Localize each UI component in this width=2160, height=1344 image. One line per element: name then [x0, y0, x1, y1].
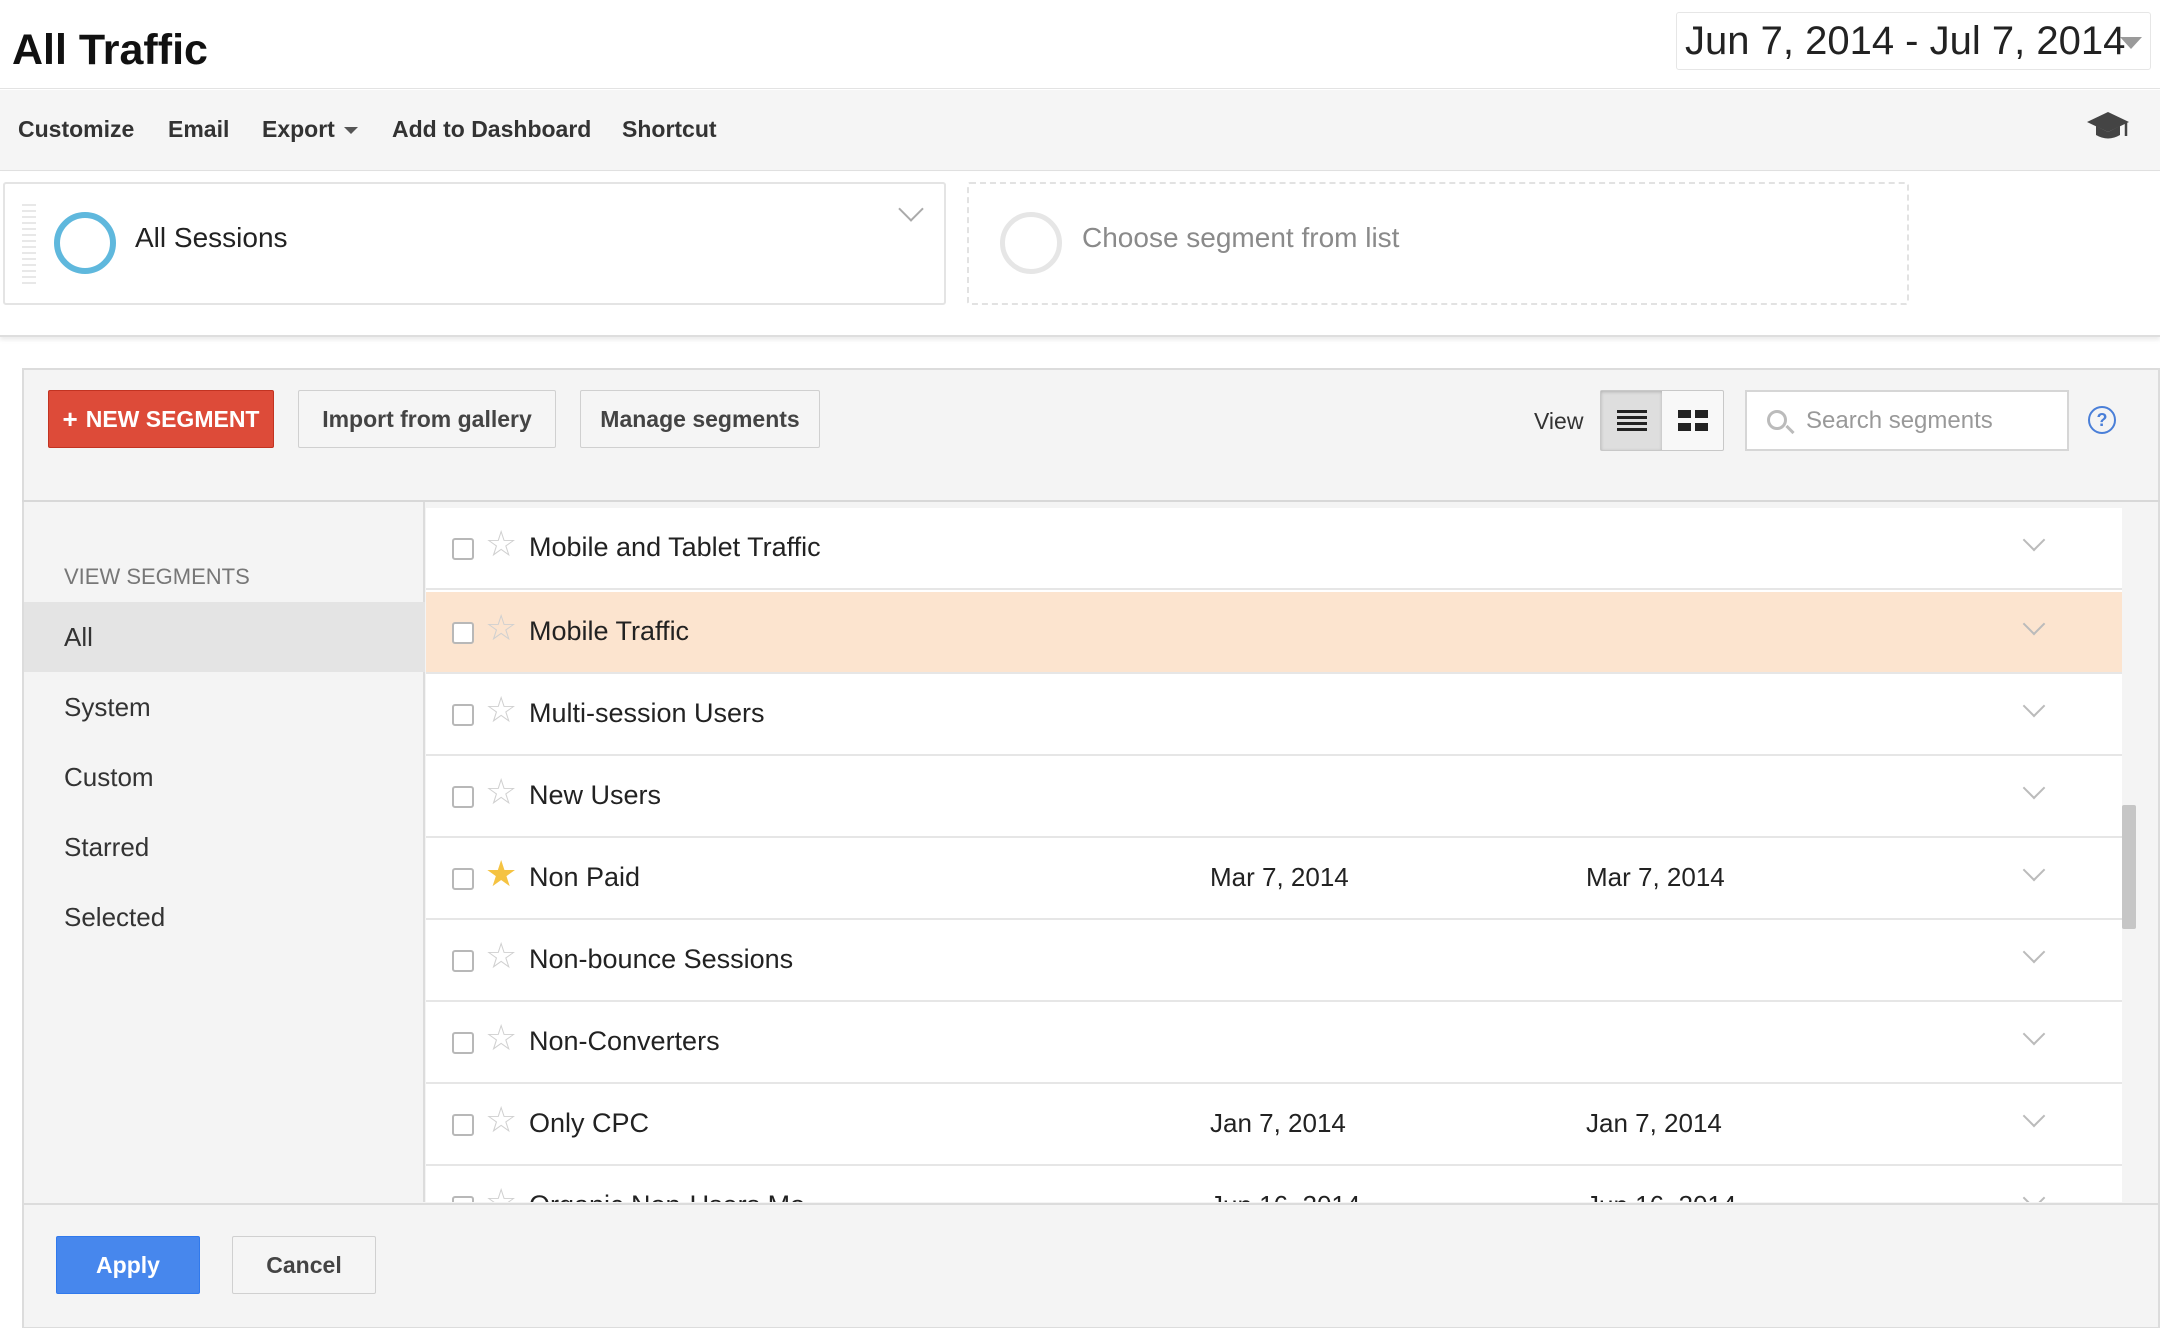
chevron-down-icon[interactable] [2022, 1022, 2046, 1046]
segment-name: Non-Converters [529, 1026, 720, 1056]
segment-row[interactable]: ☆ Non-bounce Sessions [426, 920, 2122, 1002]
sidebar-item-selected[interactable]: Selected [24, 882, 425, 952]
segment-row[interactable]: ☆ Organic Non-Users Mo Jun 16, 2014 Jun … [426, 1166, 2122, 1202]
segment-row[interactable]: ☆ New Users [426, 756, 2122, 838]
segment-checkbox[interactable] [452, 786, 474, 808]
segment-name: Non Paid [529, 862, 641, 892]
segment-checkbox[interactable] [452, 868, 474, 890]
grid-view-button[interactable] [1662, 391, 1723, 450]
segment-name: Only CPC [529, 1108, 650, 1138]
segment-modified-date: Mar 7, 2014 [1586, 862, 1725, 892]
segment-modified-date: Jun 16, 2014 [1586, 1190, 1736, 1202]
cancel-button[interactable]: Cancel [232, 1236, 376, 1294]
grid-view-icon [1677, 409, 1708, 431]
segment-modified-date: Jan 7, 2014 [1586, 1108, 1722, 1138]
segment-name: Organic Non-Users Mo [529, 1190, 805, 1202]
new-segment-label: NEW SEGMENT [85, 405, 260, 432]
chevron-down-icon[interactable] [2022, 694, 2046, 718]
chevron-down-icon[interactable] [2022, 776, 2046, 800]
segment-row[interactable]: ☆ Multi-session Users [426, 674, 2122, 756]
segment-name: New Users [529, 780, 662, 810]
segment-name: Mobile Traffic [529, 616, 690, 646]
caret-down-icon [2120, 37, 2142, 49]
segment-row[interactable]: ☆ Non-Converters [426, 1002, 2122, 1084]
view-toggle [1600, 390, 1724, 451]
segment-created-date: Jan 7, 2014 [1210, 1108, 1346, 1138]
star-icon[interactable]: ☆ [485, 526, 517, 562]
list-view-button[interactable] [1601, 391, 1662, 450]
segment-row[interactable]: ☆ Only CPC Jan 7, 2014 Jan 7, 2014 [426, 1084, 2122, 1166]
help-icon[interactable]: ? [2088, 406, 2116, 434]
import-from-gallery-button[interactable]: Import from gallery [298, 390, 556, 448]
caret-down-icon [343, 127, 358, 135]
empty-ring-icon [1000, 212, 1062, 274]
email-button[interactable]: Email [168, 116, 229, 143]
report-header: All Traffic Jun 7, 2014 - Jul 7, 2014 [0, 0, 2160, 89]
date-range-picker[interactable]: Jun 7, 2014 - Jul 7, 2014 [1676, 12, 2151, 70]
segment-checkbox[interactable] [452, 538, 474, 560]
segment-name: Multi-session Users [529, 698, 765, 728]
segment-checkbox[interactable] [452, 1196, 474, 1202]
segment-checkbox[interactable] [452, 1114, 474, 1136]
segment-list: ☆ Mobile and Tablet Traffic ☆ Mobile Tra… [426, 508, 2122, 1202]
chevron-down-icon[interactable] [2022, 858, 2046, 882]
sidebar-item-all[interactable]: All [24, 602, 425, 672]
chevron-down-icon[interactable] [2022, 1104, 2046, 1128]
drag-handle-icon[interactable] [22, 204, 36, 288]
search-icon [1767, 410, 1787, 430]
segment-name: Mobile and Tablet Traffic [529, 532, 821, 562]
segment-checkbox[interactable] [452, 704, 474, 726]
shortcut-button[interactable]: Shortcut [622, 116, 717, 143]
chevron-down-icon[interactable] [2022, 1186, 2046, 1202]
segment-name: Non-bounce Sessions [529, 944, 794, 974]
star-filled-icon[interactable]: ★ [485, 856, 517, 892]
segment-created-date: Jun 16, 2014 [1210, 1190, 1360, 1202]
list-scrollbar[interactable] [2122, 805, 2136, 929]
sidebar-item-starred[interactable]: Starred [24, 812, 425, 882]
report-toolbar: Customize Email Export Add to Dashboard … [0, 90, 2160, 171]
sidebar-heading: VIEW SEGMENTS [64, 564, 250, 589]
search-segments-input[interactable]: Search segments [1745, 390, 2069, 451]
chevron-down-icon[interactable] [2022, 528, 2046, 552]
chevron-down-icon[interactable] [2022, 940, 2046, 964]
manage-segments-button[interactable]: Manage segments [580, 390, 820, 448]
segment-row[interactable]: ★ Non Paid Mar 7, 2014 Mar 7, 2014 [426, 838, 2122, 920]
apply-button[interactable]: Apply [56, 1236, 200, 1294]
star-icon[interactable]: ☆ [485, 774, 517, 810]
star-icon[interactable]: ☆ [485, 610, 517, 646]
segment-ring-icon [54, 212, 116, 274]
chevron-down-icon[interactable] [2022, 612, 2046, 636]
star-icon[interactable]: ☆ [485, 692, 517, 728]
selected-segment-label: All Sessions [135, 222, 288, 253]
star-icon[interactable]: ☆ [485, 1102, 517, 1138]
sidebar-item-custom[interactable]: Custom [24, 742, 425, 812]
page-title: All Traffic [12, 26, 208, 74]
list-view-icon [1616, 409, 1647, 431]
search-placeholder: Search segments [1806, 407, 1993, 434]
date-range-text: Jun 7, 2014 - Jul 7, 2014 [1685, 18, 2126, 63]
segment-checkbox[interactable] [452, 950, 474, 972]
segment-row[interactable]: ☆ Mobile Traffic [426, 592, 2122, 674]
star-icon[interactable]: ☆ [485, 1020, 517, 1056]
customize-button[interactable]: Customize [18, 116, 134, 143]
export-label: Export [262, 116, 335, 142]
add-to-dashboard-button[interactable]: Add to Dashboard [392, 116, 591, 143]
export-button[interactable]: Export [262, 116, 358, 143]
star-icon[interactable]: ☆ [485, 1184, 517, 1203]
segment-checkbox[interactable] [452, 622, 474, 644]
graduation-cap-icon[interactable] [2086, 110, 2130, 144]
star-icon[interactable]: ☆ [485, 938, 517, 974]
sidebar-item-system[interactable]: System [24, 672, 425, 742]
view-label: View [1534, 408, 1584, 434]
segment-row[interactable]: ☆ Mobile and Tablet Traffic [426, 508, 2122, 590]
segment-placeholder-label: Choose segment from list [1082, 222, 1400, 253]
segment-checkbox[interactable] [452, 1032, 474, 1054]
new-segment-button[interactable]: + NEW SEGMENT [48, 390, 274, 448]
plus-icon: + [62, 403, 78, 434]
segment-created-date: Mar 7, 2014 [1210, 862, 1349, 892]
